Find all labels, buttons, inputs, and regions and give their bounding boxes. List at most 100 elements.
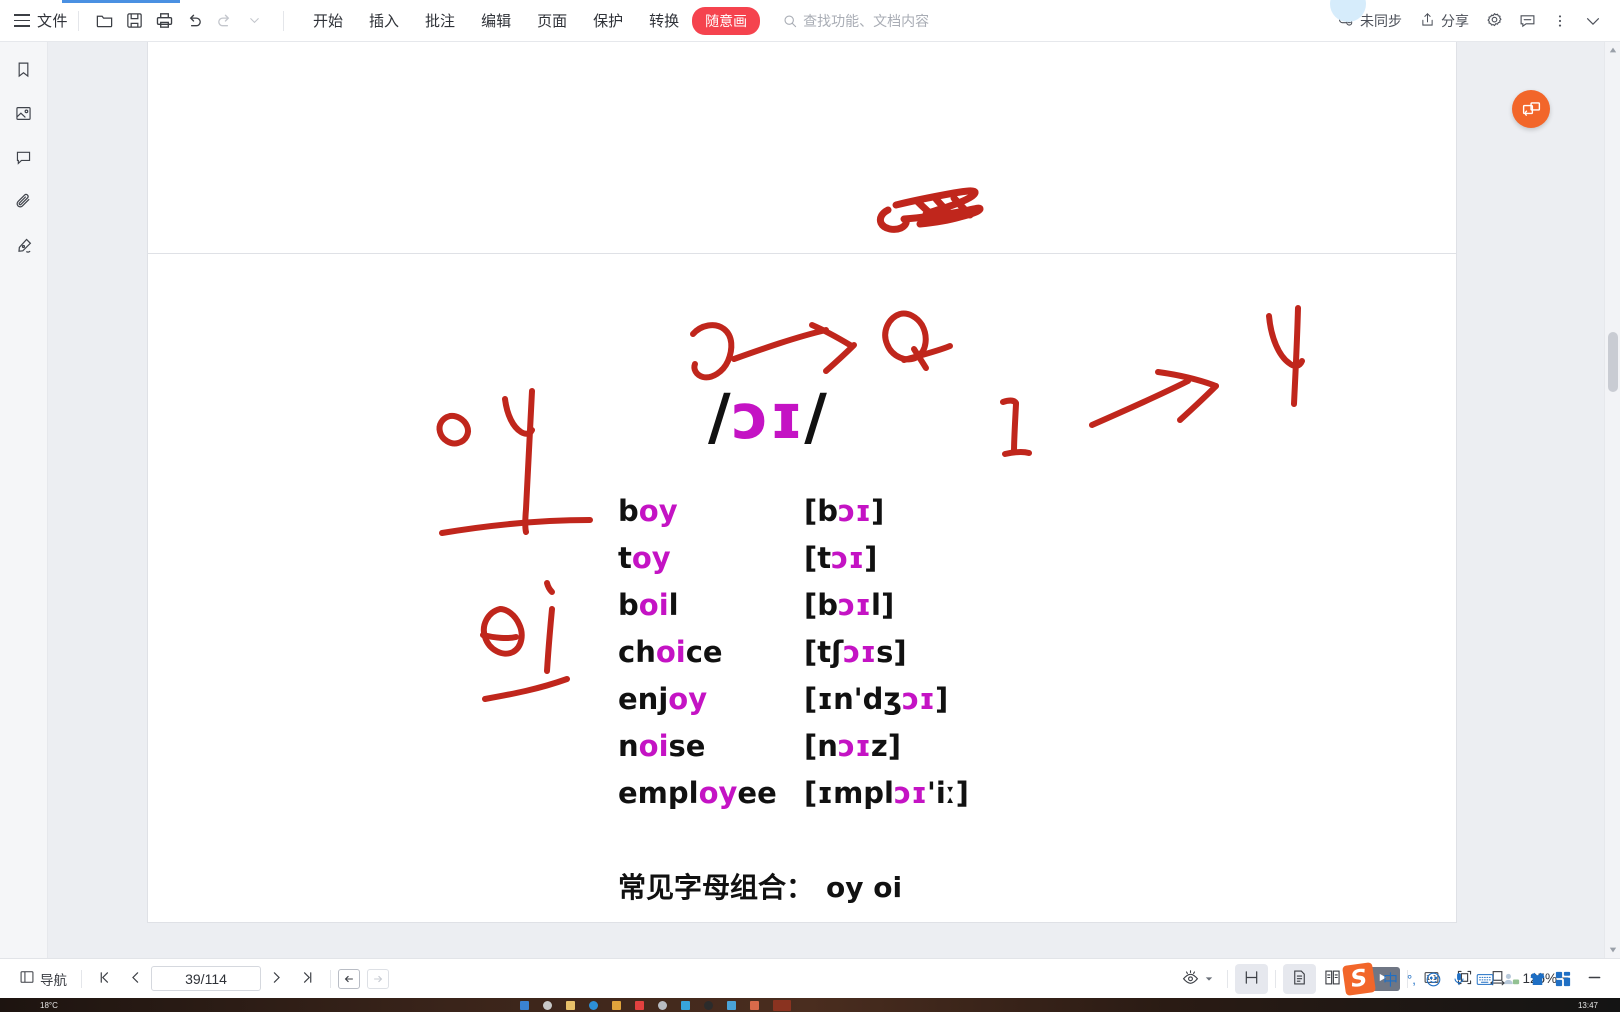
ime-keyboard-icon[interactable] (1476, 972, 1494, 987)
word-suffix: ee (737, 776, 777, 810)
first-page-button[interactable] (89, 965, 120, 993)
navigation-toggle[interactable]: 导航 (12, 965, 74, 993)
sidebar-item-thumbnails[interactable] (8, 100, 40, 132)
share-button[interactable]: 分享 (1412, 7, 1476, 35)
open-file-icon[interactable] (89, 6, 119, 36)
split-view-button[interactable] (1235, 963, 1269, 994)
comment-icon[interactable] (1512, 6, 1542, 36)
tab-page[interactable]: 页面 (524, 5, 580, 36)
vertical-scrollbar[interactable] (1604, 42, 1620, 958)
sidebar-item-comments[interactable] (8, 144, 40, 176)
divider (1275, 969, 1277, 988)
split-view-icon (1242, 968, 1261, 990)
word-ipa: [bɔɪ] (804, 494, 884, 528)
taskbar-icon-start[interactable] (520, 1000, 529, 1010)
navigation-label: 导航 (40, 972, 67, 988)
ipa-close: l] (871, 588, 895, 622)
sidebar-item-bookmarks[interactable] (8, 56, 40, 88)
ime-skin-icon[interactable] (1529, 971, 1546, 987)
chevron-down-icon[interactable] (1578, 6, 1608, 36)
word-ipa: [ɪn'dʒɔɪ] (804, 682, 948, 716)
ime-punctuation-label: °, (1407, 971, 1416, 987)
menu-icon[interactable] (14, 14, 30, 27)
word-prefix: t (618, 541, 632, 575)
tab-start[interactable]: 开始 (300, 5, 356, 36)
tab-annotate[interactable]: 批注 (412, 5, 468, 36)
top-toolbar: 文件 开始 插入 批注 编辑 页面 保护 转换 随意画 查找功能、文档内容 未同… (0, 0, 1620, 42)
page-number-input[interactable]: 39/114 (151, 966, 261, 991)
tab-insert[interactable]: 插入 (356, 5, 412, 36)
ime-account-icon[interactable] (1503, 971, 1520, 987)
scroll-up-icon[interactable] (1605, 42, 1620, 58)
redo-icon[interactable] (209, 6, 239, 36)
sidebar-item-attachments[interactable] (8, 188, 40, 220)
ime-toolbox-icon[interactable] (1555, 971, 1571, 987)
scrollbar-thumb[interactable] (1608, 332, 1618, 392)
word-row: boil [bɔɪl] (618, 588, 969, 635)
thumbnail-icon (14, 104, 33, 128)
taskbar-icon-active-app[interactable] (773, 999, 791, 1011)
ipa-open: [t (804, 541, 832, 575)
taskbar-icon-search[interactable] (543, 1000, 552, 1010)
save-icon[interactable] (119, 6, 149, 36)
word-prefix: ch (618, 635, 656, 669)
ime-language-toggle[interactable]: 中 (1383, 969, 1398, 990)
taskbar-icon-media[interactable] (704, 1000, 713, 1010)
taskbar-icon-mail[interactable] (727, 1000, 736, 1010)
single-page-button[interactable] (1283, 963, 1317, 994)
weather-widget[interactable]: 18°C (40, 1001, 58, 1010)
bookmark-icon (14, 60, 33, 84)
undo-icon[interactable] (179, 6, 209, 36)
taskbar-icon-office[interactable] (750, 1000, 759, 1010)
word-ipa: [tɔɪ] (804, 541, 877, 575)
sync-status-label: 未同步 (1360, 12, 1402, 29)
share-icon (1419, 11, 1436, 31)
word-highlight: oy (631, 541, 671, 575)
word-highlight: oi (638, 729, 669, 763)
taskbar-icon-pdf[interactable] (635, 1000, 644, 1010)
document-viewport[interactable]: /ɔɪ/ boy [bɔɪ] toy [tɔɪ] boil [bɔɪl] cho… (48, 42, 1604, 958)
last-page-button[interactable] (292, 965, 323, 993)
print-icon[interactable] (149, 6, 179, 36)
ime-logo-icon[interactable]: S (1342, 962, 1376, 996)
search-input[interactable]: 查找功能、文档内容 (782, 11, 929, 31)
taskbar-icon-folder[interactable] (612, 1000, 621, 1010)
prev-page-button[interactable] (120, 965, 151, 993)
read-mode-button[interactable] (1174, 964, 1220, 994)
tab-convert[interactable]: 转换 (636, 5, 692, 36)
search-icon (782, 13, 798, 29)
next-page-button[interactable] (261, 965, 292, 993)
taskbar-icon-edge[interactable] (589, 1000, 598, 1010)
sidebar-item-signature[interactable] (8, 232, 40, 264)
ipa-close: z] (870, 729, 902, 763)
ime-voice-icon[interactable] (1451, 971, 1467, 987)
share-label: 分享 (1441, 12, 1469, 29)
taskbar-icon-store[interactable] (681, 1000, 690, 1010)
ime-language-label: 中 (1383, 971, 1399, 989)
forward-arrow-icon[interactable] (367, 968, 389, 989)
word-spelling: noise (618, 729, 804, 763)
gear-icon[interactable] (1479, 6, 1509, 36)
word-spelling: boil (618, 588, 804, 622)
pdf-convert-fab[interactable] (1512, 90, 1550, 128)
more-vertical-icon[interactable] (1545, 6, 1575, 36)
navigation-panel-icon (19, 969, 35, 988)
title-open-slash: / (708, 380, 732, 453)
ime-toolbar: S 中 °, (1336, 960, 1579, 998)
more-caret-icon[interactable] (239, 6, 269, 36)
file-menu-label[interactable]: 文件 (37, 10, 68, 31)
tab-freehand-draw[interactable]: 随意画 (692, 6, 761, 35)
ime-emoji-icon[interactable] (1425, 971, 1442, 988)
taskbar-clock[interactable]: 13:47 (1578, 1001, 1598, 1010)
word-prefix: n (618, 729, 639, 763)
zoom-out-button[interactable] (1579, 965, 1610, 993)
ime-punctuation-toggle[interactable]: °, (1407, 972, 1416, 987)
ipa-highlight: ɔɪ (837, 729, 871, 763)
tab-protect[interactable]: 保护 (580, 5, 636, 36)
taskbar-icon-chrome[interactable] (658, 1000, 667, 1010)
taskbar-icon-explorer[interactable] (566, 1000, 575, 1010)
scroll-down-icon[interactable] (1605, 942, 1620, 958)
back-arrow-icon[interactable] (338, 968, 360, 989)
page-number-value: 39/114 (185, 970, 227, 987)
tab-edit[interactable]: 编辑 (468, 5, 524, 36)
